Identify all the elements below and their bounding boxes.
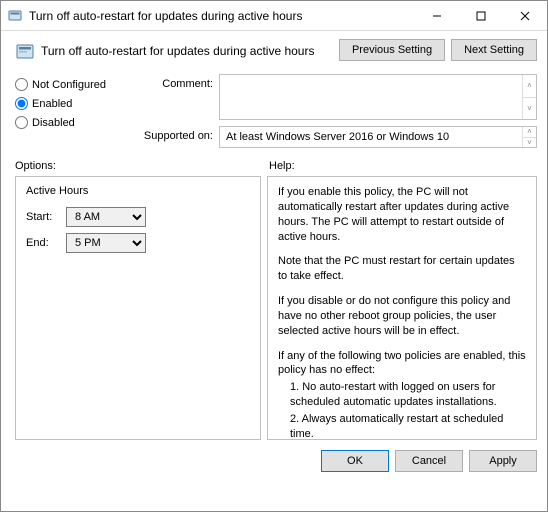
help-section-label: Help:: [265, 160, 537, 172]
radio-enabled-input[interactable]: [15, 97, 28, 110]
supported-on-value: At least Windows Server 2016 or Windows …: [226, 131, 449, 143]
help-paragraph: If you enable this policy, the PC will n…: [278, 185, 526, 244]
radio-disabled-label: Disabled: [32, 117, 75, 129]
help-paragraph: If any of the following two policies are…: [278, 349, 526, 379]
supported-on-box: At least Windows Server 2016 or Windows …: [219, 126, 537, 148]
close-button[interactable]: [503, 2, 547, 30]
policy-title: Turn off auto-restart for updates during…: [41, 39, 339, 58]
previous-setting-button[interactable]: Previous Setting: [339, 39, 445, 61]
apply-button[interactable]: Apply: [469, 450, 537, 472]
titlebar: Turn off auto-restart for updates during…: [1, 1, 547, 31]
comment-label: Comment:: [133, 74, 213, 90]
help-paragraph: Note that the PC must restart for certai…: [278, 254, 526, 284]
window-title: Turn off auto-restart for updates during…: [29, 9, 415, 23]
radio-disabled-input[interactable]: [15, 116, 28, 129]
end-label: End:: [26, 237, 60, 249]
radio-enabled[interactable]: Enabled: [15, 97, 125, 110]
minimize-button[interactable]: [415, 2, 459, 30]
radio-not-configured-input[interactable]: [15, 78, 28, 91]
help-paragraph: If you disable or do not configure this …: [278, 294, 526, 339]
radio-enabled-label: Enabled: [32, 98, 72, 110]
next-setting-button[interactable]: Next Setting: [451, 39, 537, 61]
start-time-select[interactable]: 8 AM: [66, 207, 146, 227]
comment-textarea[interactable]: ˄˅: [219, 74, 537, 120]
supported-on-label: Supported on:: [133, 126, 213, 142]
comment-scrollbar[interactable]: ˄˅: [522, 75, 536, 119]
ok-button[interactable]: OK: [321, 450, 389, 472]
maximize-button[interactable]: [459, 2, 503, 30]
radio-not-configured[interactable]: Not Configured: [15, 78, 125, 91]
policy-icon: [15, 42, 35, 62]
help-list-item: 2. Always automatically restart at sched…: [278, 412, 526, 440]
options-panel: Active Hours Start: 8 AM End: 5 PM: [15, 176, 261, 440]
policy-icon: [7, 8, 23, 24]
start-label: Start:: [26, 211, 60, 223]
config-area: Not Configured Enabled Disabled Comment:…: [1, 68, 547, 152]
cancel-button[interactable]: Cancel: [395, 450, 463, 472]
radio-disabled[interactable]: Disabled: [15, 116, 125, 129]
options-section-label: Options:: [15, 160, 265, 172]
supported-scrollbar[interactable]: ˄˅: [522, 127, 536, 147]
help-list-item: 1. No auto-restart with logged on users …: [278, 380, 526, 410]
help-panel: If you enable this policy, the PC will n…: [267, 176, 537, 440]
radio-not-configured-label: Not Configured: [32, 79, 106, 91]
header: Turn off auto-restart for updates during…: [1, 31, 547, 68]
active-hours-title: Active Hours: [26, 185, 250, 197]
state-radios: Not Configured Enabled Disabled: [15, 74, 125, 148]
end-time-select[interactable]: 5 PM: [66, 233, 146, 253]
footer: OK Cancel Apply: [1, 446, 547, 480]
